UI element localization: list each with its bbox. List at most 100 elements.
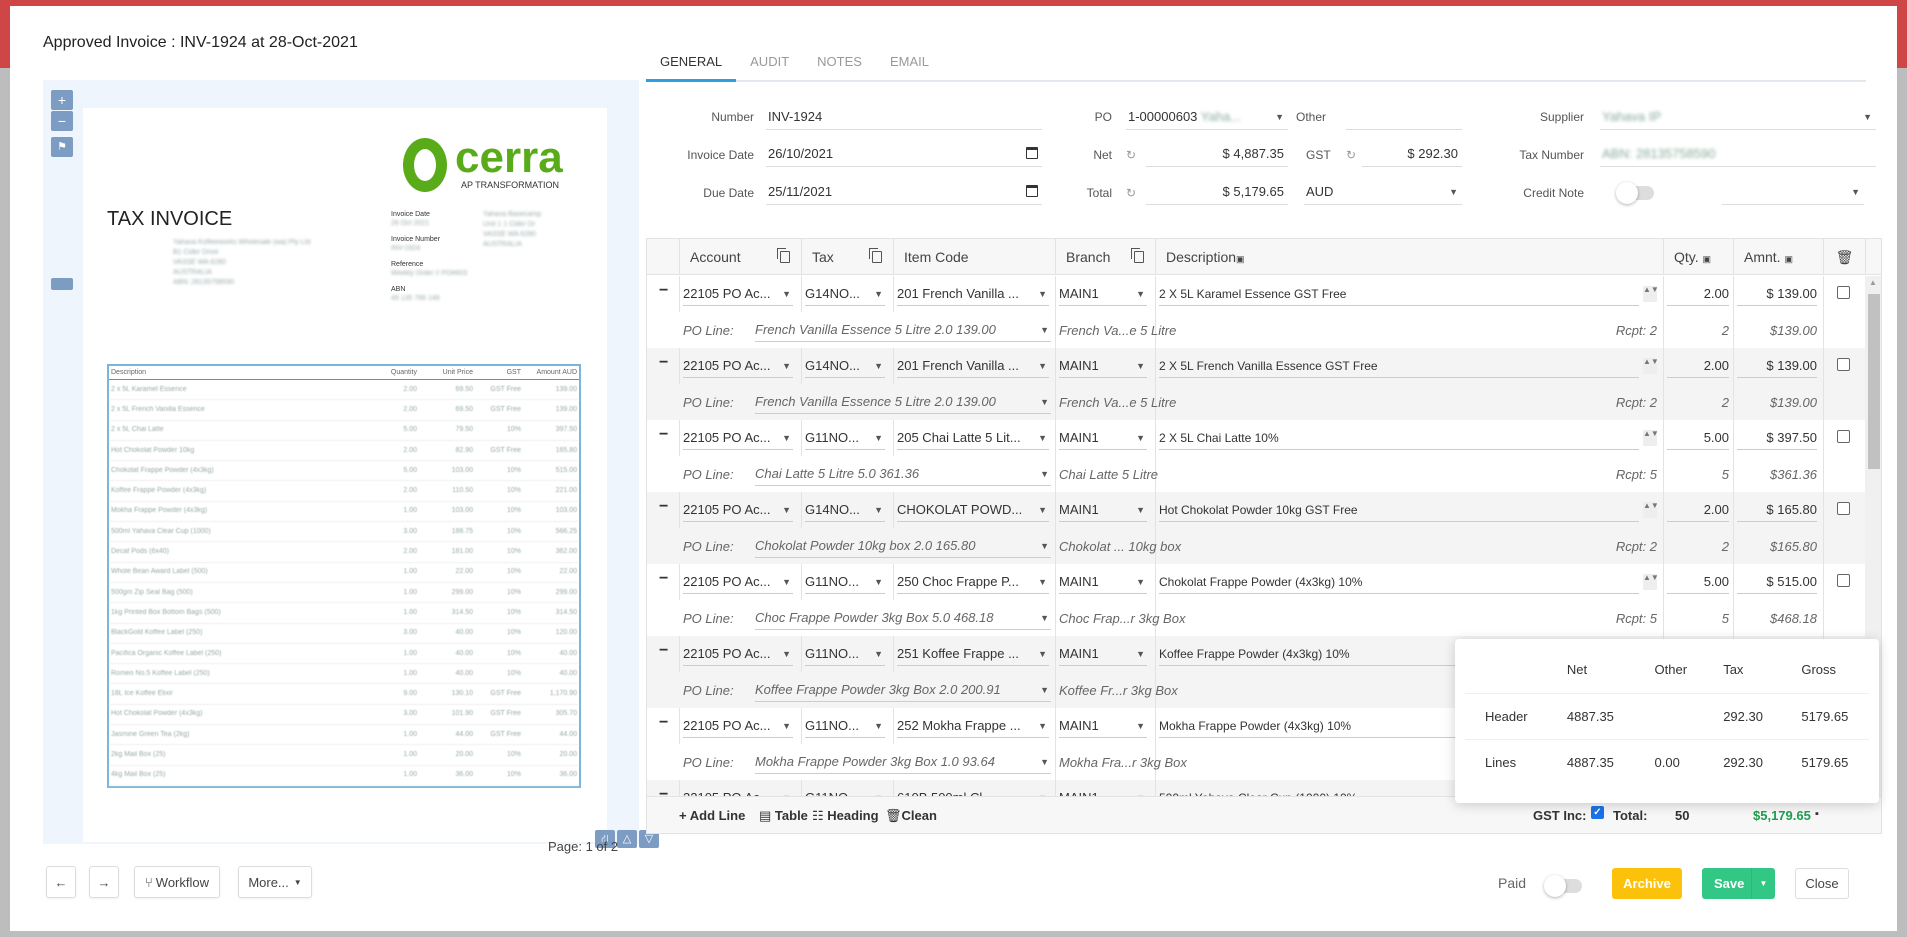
remove-line-icon[interactable]: − (659, 498, 668, 516)
more-button[interactable]: More... ▼ (238, 866, 312, 898)
account-select[interactable]: 22105 PO Ac...▼ (683, 354, 793, 378)
amount-input[interactable]: $ 139.00 (1737, 282, 1817, 306)
col-account[interactable]: Account (679, 239, 801, 275)
description-input[interactable]: 2 X 5L Karamel Essence GST Free (1159, 282, 1639, 306)
remove-line-icon[interactable]: − (659, 786, 668, 796)
remove-line-icon[interactable]: − (659, 282, 668, 300)
item-code-select[interactable]: 610B 500ml Cl...▼ (897, 786, 1049, 796)
invoice-date-input[interactable]: 26/10/2021 (766, 141, 1042, 167)
item-code-select[interactable]: 250 Choc Frappe P... ▼ (897, 570, 1049, 594)
table-button[interactable]: ▤ Table (759, 808, 808, 824)
description-input[interactable]: Hot Chokolat Powder 10kg GST Free (1159, 498, 1639, 522)
description-spinner-icon[interactable]: ▲▼ (1643, 574, 1659, 590)
refresh-icon[interactable]: ↻ (1126, 148, 1136, 162)
refresh-icon[interactable]: ↻ (1346, 148, 1356, 162)
tab-audit[interactable]: AUDIT (736, 46, 803, 82)
tax-select[interactable]: G14NO... ▼ (805, 354, 885, 378)
description-spinner-icon[interactable]: ▲▼ (1643, 286, 1659, 302)
qty-input[interactable]: 2.00 (1667, 354, 1729, 378)
archive-button[interactable]: Archive (1612, 868, 1682, 899)
line-select-checkbox[interactable] (1837, 430, 1850, 443)
gst-inc-checkbox[interactable]: ✓ (1591, 806, 1604, 819)
description-spinner-icon[interactable]: ▲▼ (1643, 502, 1659, 518)
workflow-button[interactable]: ⑂ Workflow (134, 866, 220, 898)
save-dropdown-toggle[interactable]: ▼ (1751, 868, 1775, 899)
branch-select[interactable]: MAIN1▼ (1059, 570, 1147, 594)
line-select-checkbox[interactable] (1837, 574, 1850, 587)
summary-comment-icon[interactable]: ▪ (1815, 808, 1819, 820)
due-date-input[interactable]: 25/11/2021 (766, 179, 1042, 205)
description-input[interactable]: Chokolat Frappe Powder (4x3kg) 10% (1159, 570, 1639, 594)
calendar-icon[interactable] (1026, 185, 1038, 197)
remove-line-icon[interactable]: − (659, 570, 668, 588)
account-select[interactable]: 22105 PO Ac...▼ (683, 282, 793, 306)
tax-select[interactable]: G11NO...▼ (805, 786, 885, 796)
heading-button[interactable]: ☷ Heading (812, 808, 879, 824)
add-line-button[interactable]: + Add Line (679, 808, 745, 823)
calendar-icon[interactable] (1026, 147, 1038, 159)
expand-icon[interactable]: ▣ (1784, 254, 1793, 264)
branch-select[interactable]: MAIN1▼ (1059, 642, 1147, 666)
description-input[interactable]: 2 X 5L Chai Latte 10% (1159, 426, 1639, 450)
copy-icon[interactable] (777, 248, 790, 263)
remove-line-icon[interactable]: − (659, 714, 668, 732)
qty-input[interactable]: 5.00 (1667, 570, 1729, 594)
gst-input[interactable]: $ 292.30 (1362, 141, 1462, 167)
po-line-select[interactable]: French Vanilla Essence 5 Litre 2.0 139.0… (755, 318, 1051, 342)
next-button[interactable]: → (89, 866, 119, 898)
branch-select[interactable]: MAIN1▼ (1059, 498, 1147, 522)
amount-input[interactable]: $ 165.80 (1737, 498, 1817, 522)
credit-note-select[interactable]: ▼ (1722, 179, 1864, 205)
page-up-icon[interactable]: △ (617, 830, 637, 848)
tax-select[interactable]: G14NO... ▼ (805, 498, 885, 522)
tab-notes[interactable]: NOTES (803, 46, 876, 82)
branch-select[interactable]: MAIN1▼ (1059, 282, 1147, 306)
currency-select[interactable]: AUD ▼ (1304, 179, 1462, 205)
tab-email[interactable]: EMAIL (876, 46, 943, 82)
col-qty[interactable]: Qty. ▣ (1663, 239, 1733, 275)
account-select[interactable]: 22105 PO Ac...▼ (683, 498, 793, 522)
item-code-select[interactable]: 201 French Vanilla ... ▼ (897, 282, 1049, 306)
po-line-select[interactable]: Koffee Frappe Powder 3kg Box 2.0 200.91 ▼ (755, 678, 1051, 702)
col-tax[interactable]: Tax (801, 239, 893, 275)
account-select[interactable]: 22105 PO Ac...▼ (683, 642, 793, 666)
description-spinner-icon[interactable]: ▲▼ (1643, 430, 1659, 446)
expand-icon[interactable]: ▣ (1236, 254, 1245, 264)
refresh-icon[interactable]: ↻ (1126, 186, 1136, 200)
col-branch[interactable]: Branch (1055, 239, 1155, 275)
total-input[interactable]: $ 5,179.65 (1146, 179, 1288, 205)
credit-note-toggle[interactable] (1616, 182, 1654, 204)
supplier-select[interactable]: Yahava IP ▼ (1600, 104, 1876, 130)
expand-icon[interactable]: ▣ (1703, 254, 1712, 264)
col-amount[interactable]: Amnt. ▣ (1733, 239, 1823, 275)
amount-input[interactable]: $ 397.50 (1737, 426, 1817, 450)
paid-toggle[interactable] (1544, 875, 1582, 897)
remove-line-icon[interactable]: − (659, 354, 668, 372)
account-select[interactable]: 22105 PO Ac...▼ (683, 714, 793, 738)
prev-button[interactable]: ← (46, 866, 76, 898)
branch-select[interactable]: MAIN1▼ (1059, 786, 1147, 796)
po-line-select[interactable]: Chokolat Powder 10kg box 2.0 165.80 ▼ (755, 534, 1051, 558)
item-code-select[interactable]: 205 Chai Latte 5 Lit... ▼ (897, 426, 1049, 450)
close-button[interactable]: Close (1795, 868, 1849, 899)
item-code-select[interactable]: 252 Mokha Frappe ... ▼ (897, 714, 1049, 738)
clean-button[interactable]: 🗑Clean (885, 808, 937, 824)
zoom-in-button[interactable]: + (51, 90, 73, 110)
tax-select[interactable]: G14NO... ▼ (805, 282, 885, 306)
tax-select[interactable]: G11NO...▼ (805, 714, 885, 738)
line-select-checkbox[interactable] (1837, 502, 1850, 515)
item-code-select[interactable]: CHOKOLAT POWD... ▼ (897, 498, 1049, 522)
amount-input[interactable]: $ 515.00 (1737, 570, 1817, 594)
line-select-checkbox[interactable] (1837, 286, 1850, 299)
col-item-code[interactable]: Item Code (893, 239, 1055, 275)
po-line-select[interactable]: Mokha Frappe Powder 3kg Box 1.0 93.64 ▼ (755, 750, 1051, 774)
remove-line-icon[interactable]: − (659, 642, 668, 660)
tax-select[interactable]: G11NO...▼ (805, 642, 885, 666)
description-spinner-icon[interactable]: ▲▼ (1643, 358, 1659, 374)
tax-number-input[interactable]: ABN: 28135758590 (1600, 141, 1876, 167)
copy-icon[interactable] (869, 248, 882, 263)
branch-select[interactable]: MAIN1▼ (1059, 426, 1147, 450)
account-select[interactable]: 22105 PO Ac...▼ (683, 786, 793, 796)
line-select-checkbox[interactable] (1837, 358, 1850, 371)
zoom-slider-handle[interactable] (51, 278, 73, 290)
